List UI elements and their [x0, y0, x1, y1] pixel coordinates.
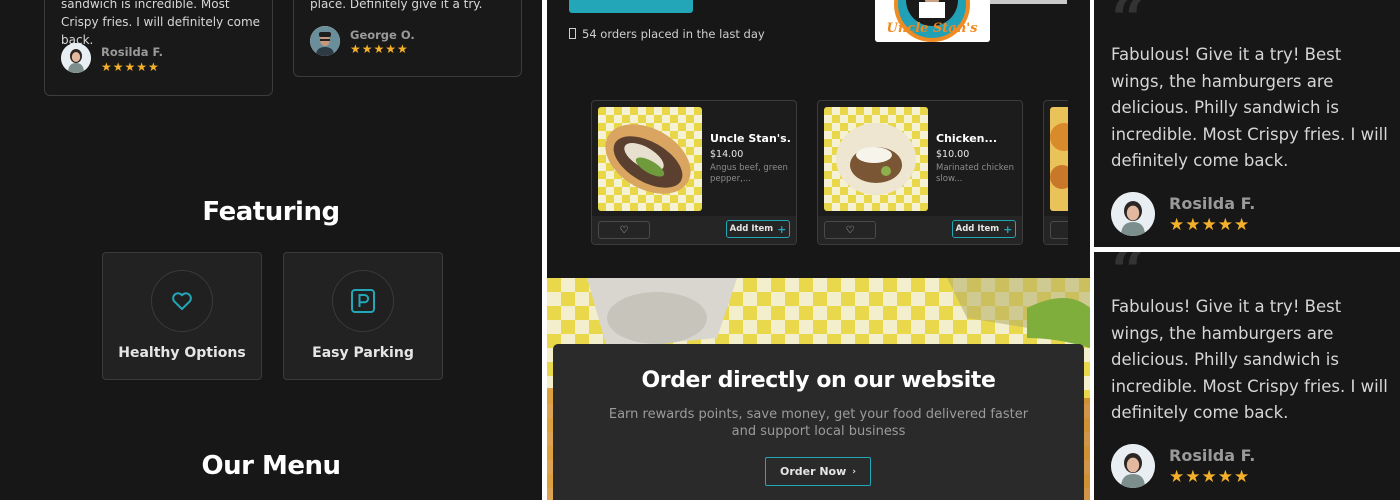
- plus-icon: +: [1003, 222, 1013, 236]
- menu-item-description: Angus beef, green pepper,...: [710, 163, 788, 184]
- menu-item-price: $10.00: [936, 149, 970, 160]
- testimonial-text: Fabulous! Give it a try! Best wings, the…: [1111, 297, 1388, 422]
- review-card: sandwich is incredible. Most Crispy frie…: [44, 0, 273, 96]
- star-rating: ★★★★★: [1169, 215, 1251, 235]
- star-rating: ★★★★★: [350, 42, 409, 56]
- feature-card-healthy-options: Healthy Options: [102, 252, 262, 380]
- logo-text: Uncle Stan's: [886, 21, 978, 36]
- add-item-button[interactable]: Add Item +: [952, 220, 1016, 238]
- testimonial-card: “ Fabulous! Give it a try! Best wings, t…: [1094, 252, 1400, 500]
- menu-heading: Our Menu: [201, 451, 341, 481]
- avatar: [61, 43, 91, 73]
- heart-icon: ♡: [845, 224, 855, 236]
- menu-item-card[interactable]: Uncle Stan's... $14.00 Angus beef, green…: [591, 100, 797, 245]
- add-item-label: Add Item: [729, 224, 774, 234]
- feature-label: Healthy Options: [118, 345, 246, 361]
- favorite-button[interactable]: ♡: [598, 221, 650, 239]
- plus-icon: +: [777, 222, 787, 236]
- reviewer-name: George O.: [350, 28, 415, 42]
- order-now-button[interactable]: Order Now ›: [765, 457, 871, 486]
- menu-item-description: Marinated chicken slow...: [936, 163, 1014, 184]
- menu-carousel: Uncle Stan's... $14.00 Angus beef, green…: [591, 100, 1068, 246]
- featuring-heading: Featuring: [202, 197, 340, 227]
- favorite-button[interactable]: ♡: [824, 221, 876, 239]
- order-card: Order directly on our website Earn rewar…: [553, 344, 1084, 500]
- heart-icon: ♡: [619, 224, 629, 236]
- menu-item-actions: ♡ Add Item +: [818, 216, 1022, 244]
- star-rating: ★★★★★: [1169, 467, 1251, 487]
- reviewer-name: Rosilda F.: [1169, 194, 1256, 213]
- heart-icon: [151, 270, 213, 332]
- chevron-right-icon: ›: [852, 466, 856, 477]
- feature-card-easy-parking: Easy Parking: [283, 252, 443, 380]
- restaurant-logo: Uncle Stan's: [875, 0, 990, 42]
- box-icon: [569, 28, 576, 39]
- add-item-label: Add Item: [955, 224, 1000, 234]
- testimonials-panel: “ Fabulous! Give it a try! Best wings, t…: [1094, 0, 1400, 500]
- add-item-button[interactable]: Add Item +: [726, 220, 790, 238]
- avatar: [1111, 192, 1155, 236]
- website-panel-featuring: sandwich is incredible. Most Crispy frie…: [0, 0, 542, 500]
- menu-item-card[interactable]: Chicken... $10.00 Marinated chicken slow…: [817, 100, 1023, 245]
- menu-item-name: Chicken...: [936, 132, 998, 145]
- review-text: place. Definitely give it a try.: [310, 0, 483, 11]
- orders-info: 54 orders placed in the last day: [569, 27, 765, 41]
- avatar: [310, 26, 340, 56]
- menu-item-actions: [1044, 216, 1068, 244]
- image-edge: [990, 0, 1067, 4]
- reviewer-name: Rosilda F.: [1169, 446, 1256, 465]
- order-banner: Order directly on our website Earn rewar…: [547, 278, 1090, 500]
- menu-item-name: Uncle Stan's...: [710, 132, 792, 145]
- parking-icon: [332, 270, 394, 332]
- order-now-label: Order Now: [779, 465, 847, 478]
- food-image: [1050, 107, 1068, 211]
- review-text: sandwich is incredible. Most Crispy frie…: [61, 0, 261, 47]
- order-button-top[interactable]: [569, 0, 693, 13]
- menu-item-card-partial[interactable]: [1043, 100, 1068, 245]
- menu-item-price: $14.00: [710, 149, 744, 160]
- review-card: place. Definitely give it a try. George …: [293, 0, 522, 77]
- orders-text: 54 orders placed in the last day: [582, 27, 765, 41]
- feature-label: Easy Parking: [312, 345, 414, 361]
- food-image: [598, 107, 702, 211]
- food-image: [824, 107, 928, 211]
- testimonial-card: “ Fabulous! Give it a try! Best wings, t…: [1094, 0, 1400, 247]
- avatar: [1111, 444, 1155, 488]
- reviewer-name: Rosilda F.: [101, 45, 164, 59]
- testimonial-text: Fabulous! Give it a try! Best wings, the…: [1111, 45, 1388, 170]
- star-rating: ★★★★★: [101, 60, 160, 74]
- favorite-button[interactable]: [1050, 221, 1068, 239]
- order-title: Order directly on our website: [641, 368, 996, 393]
- website-panel-order: 54 orders placed in the last day Uncle S…: [547, 0, 1090, 500]
- order-subtitle: Earn rewards points, save money, get you…: [608, 407, 1029, 439]
- menu-item-actions: ♡ Add Item +: [592, 216, 796, 244]
